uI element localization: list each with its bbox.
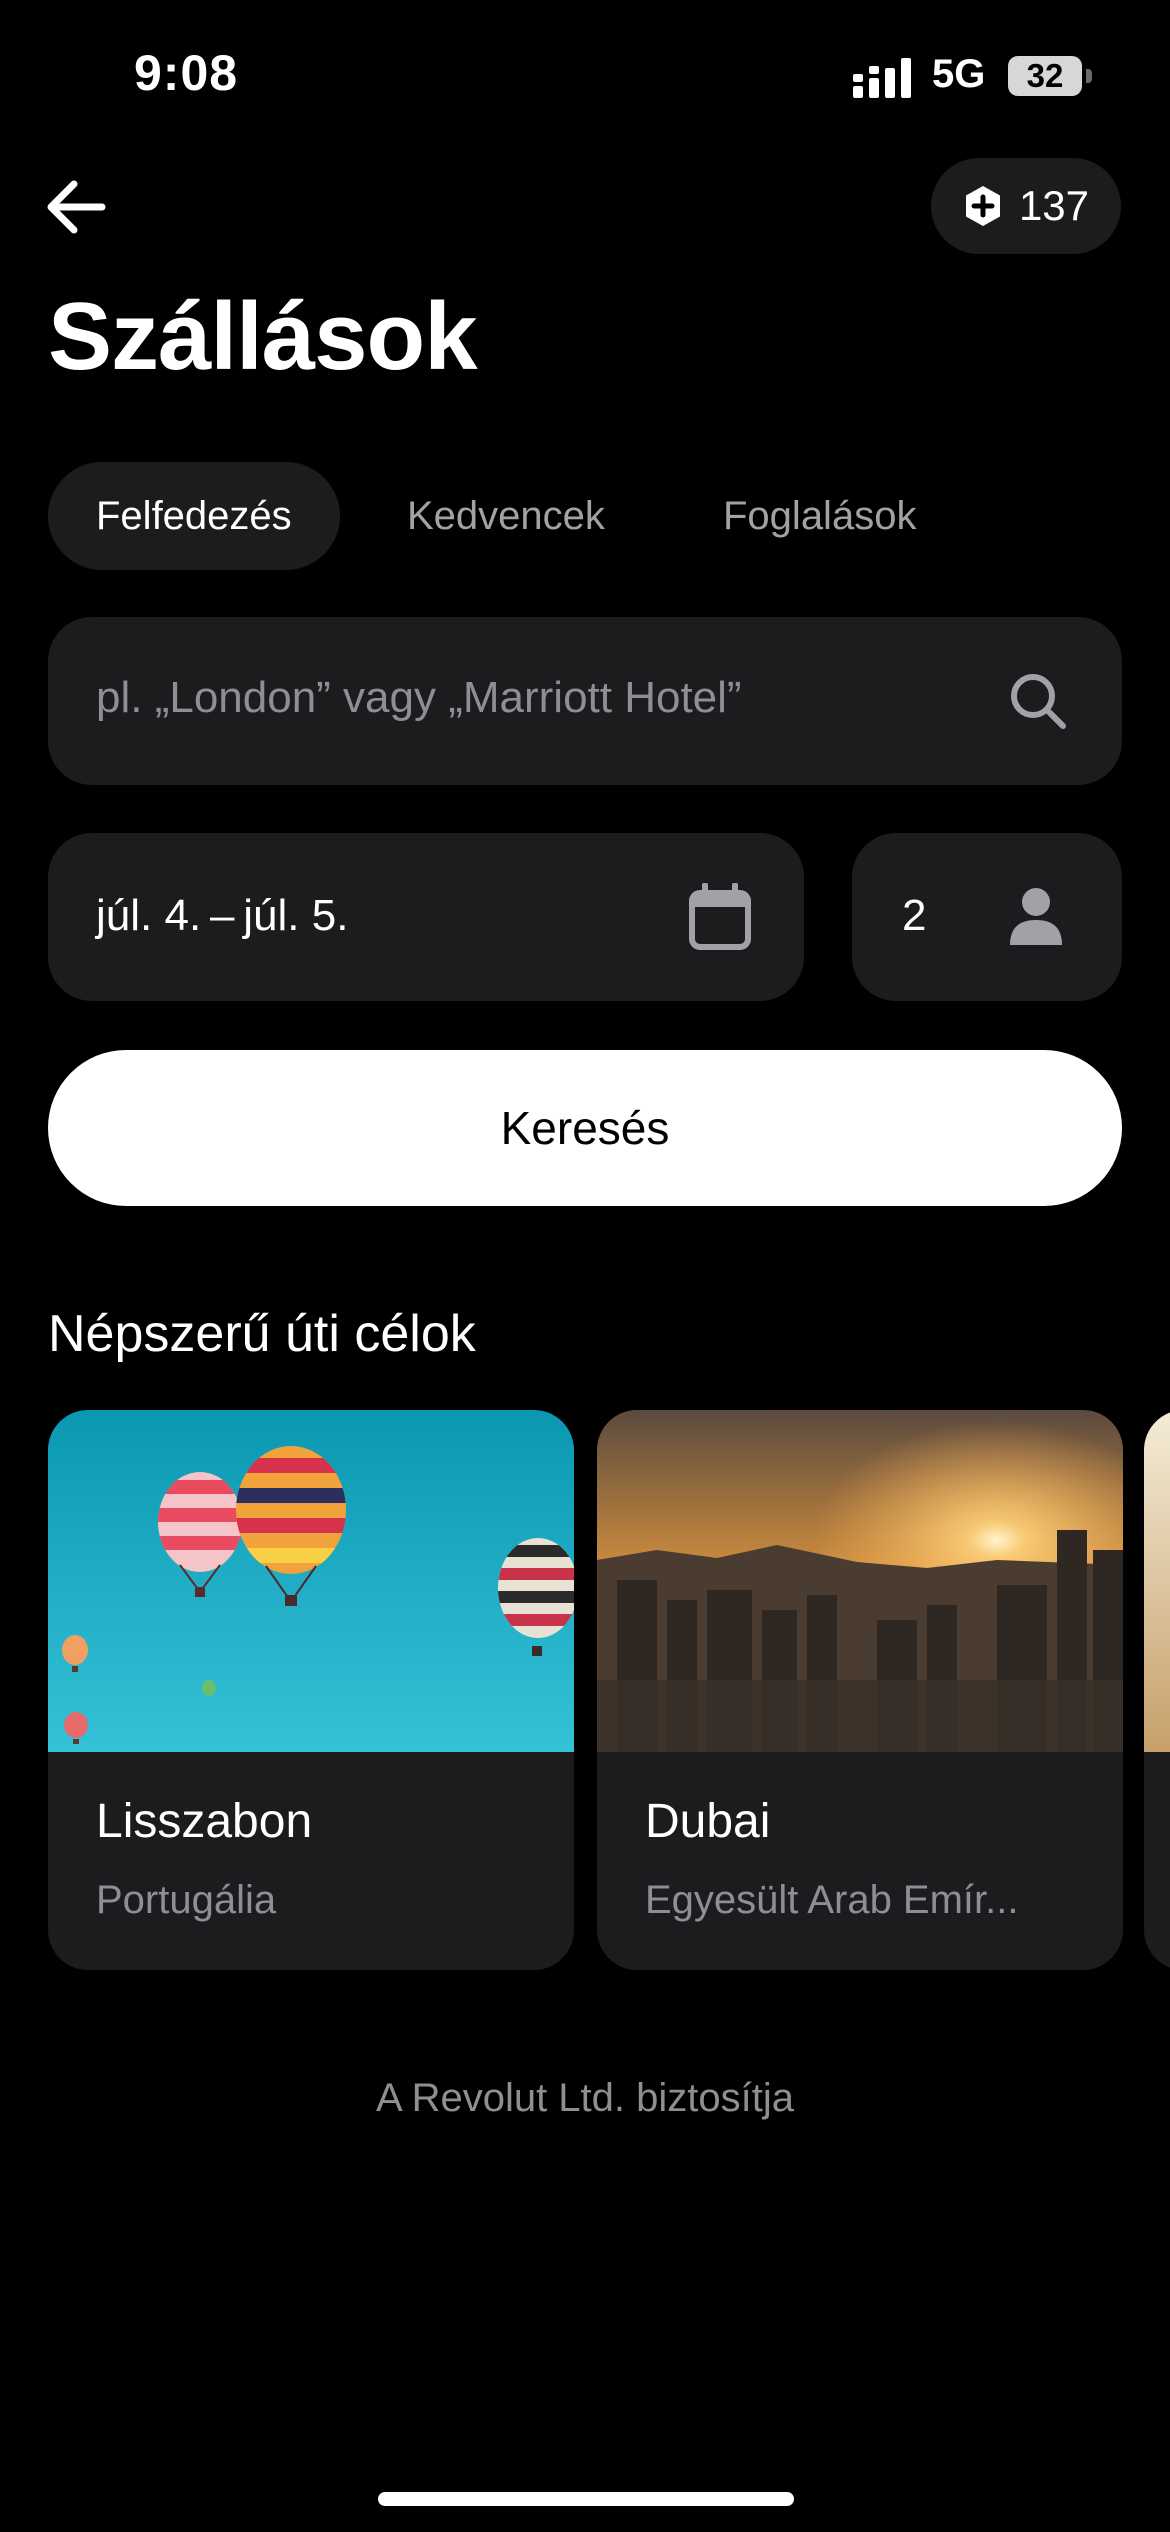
person-icon <box>1010 888 1062 945</box>
back-arrow-icon[interactable] <box>42 174 110 240</box>
footer-provider-text: A Revolut Ltd. biztosítja <box>375 2076 794 2120</box>
points-button[interactable]: 137 <box>931 158 1121 254</box>
search-input[interactable]: pl. „London” vagy „Marriott Hotel” <box>48 617 1122 785</box>
city-sunset-image <box>597 1410 1123 1752</box>
battery-level: 32 <box>1026 57 1064 94</box>
destination-card-partial[interactable] <box>1144 1410 1170 1970</box>
search-button[interactable]: Keresés <box>48 1050 1122 1206</box>
search-icon <box>1011 674 1066 729</box>
destination-image <box>1144 1410 1170 1752</box>
points-value: 137 <box>1018 182 1090 229</box>
search-placeholder: pl. „London” vagy „Marriott Hotel” <box>96 673 742 722</box>
page-title: Szállások <box>48 283 478 390</box>
hot-air-balloons-image <box>48 1410 574 1752</box>
tab-foglalasok[interactable]: Foglalások <box>723 462 916 570</box>
battery-icon: 32 <box>1008 56 1092 96</box>
destination-card-dubai[interactable]: Dubai Egyesült Arab Emír... <box>597 1410 1123 1970</box>
destination-card-lisszabon[interactable]: Lisszabon Portugália <box>48 1410 574 1970</box>
tab-kedvencek[interactable]: Kedvencek <box>407 462 605 570</box>
date-range-value: júl. 4. – júl. 5. <box>96 891 349 940</box>
guests-field[interactable]: 2 <box>852 833 1122 1001</box>
status-time: 9:08 <box>134 45 239 101</box>
destination-country: Egyesült Arab Emír... <box>645 1878 1019 1922</box>
destination-name: Dubai <box>645 1795 771 1848</box>
revpoints-icon <box>965 186 1000 226</box>
destination-country: Portugália <box>96 1878 277 1922</box>
calendar-icon <box>689 883 751 950</box>
guests-count: 2 <box>902 891 927 940</box>
network-type: 5G <box>932 52 986 96</box>
home-indicator[interactable] <box>378 2492 794 2506</box>
destination-name: Lisszabon <box>96 1795 313 1848</box>
date-range-field[interactable]: júl. 4. – júl. 5. <box>48 833 804 1001</box>
cellular-signal-icon <box>853 58 911 98</box>
popular-destinations-title: Népszerű úti célok <box>48 1305 476 1363</box>
tab-felfedezes[interactable]: Felfedezés <box>48 462 340 570</box>
